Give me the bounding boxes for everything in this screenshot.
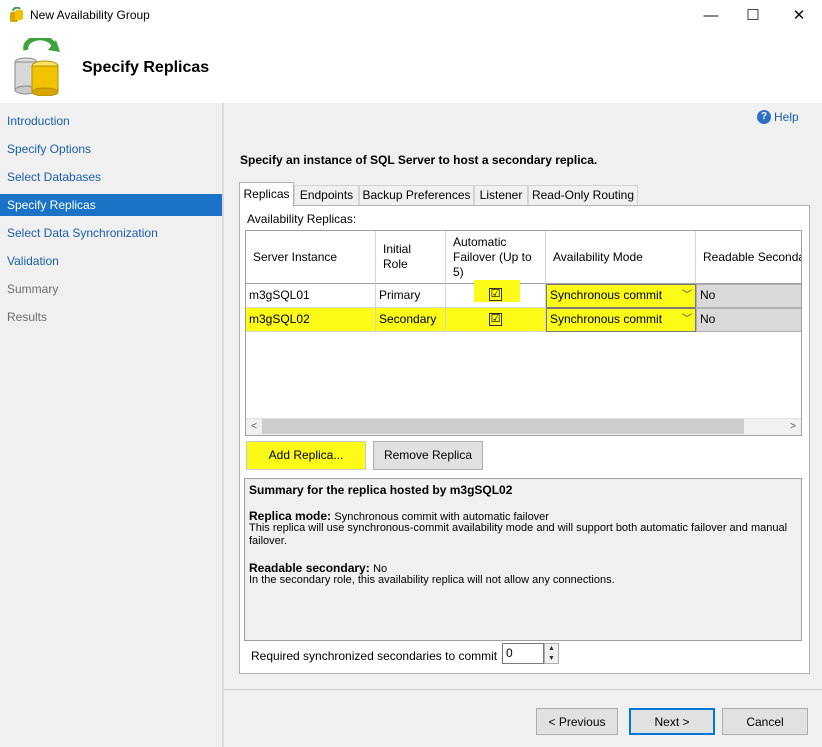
row1-readable-secondary[interactable]: No	[696, 284, 801, 308]
summary-title: Summary for the replica hosted by m3gSQL…	[249, 483, 513, 497]
row2-readable-secondary[interactable]: No	[696, 308, 801, 332]
column-header-server-instance[interactable]: Server Instance	[246, 231, 376, 284]
chevron-down-icon: ﹀	[682, 290, 692, 301]
row2-availability-mode-select[interactable]: Synchronous commit ﹀	[546, 308, 696, 332]
replicas-grid: Server Instance Initial Role Automatic F…	[245, 230, 802, 436]
nav-item-select-databases[interactable]: Select Databases	[0, 166, 222, 188]
help-link[interactable]: Help	[774, 110, 799, 124]
previous-button[interactable]: < Previous	[536, 708, 618, 735]
wizard-nav: Introduction Specify Options Select Data…	[0, 103, 222, 747]
column-header-availability-mode[interactable]: Availability Mode	[546, 231, 696, 284]
availability-replicas-label: Availability Replicas:	[247, 212, 357, 226]
readable-secondary-description: In the secondary role, this availability…	[249, 574, 615, 586]
nav-item-summary: Summary	[7, 282, 59, 296]
tab-replicas[interactable]: Replicas	[239, 182, 294, 207]
scroll-right-icon[interactable]: >	[785, 418, 801, 435]
nav-item-specify-options[interactable]: Specify Options	[0, 138, 222, 160]
app-icon	[9, 6, 25, 23]
add-replica-button[interactable]: Add Replica...	[246, 441, 366, 470]
spin-down-icon[interactable]: ▼	[545, 654, 558, 664]
footer-divider	[224, 689, 822, 690]
replica-mode-label: Replica mode:	[249, 509, 332, 523]
column-header-initial-role[interactable]: Initial Role	[376, 231, 446, 284]
nav-item-validation[interactable]: Validation	[0, 250, 222, 272]
column-header-readable-secondary[interactable]: Readable Secondar	[696, 231, 801, 284]
next-button[interactable]: Next >	[629, 708, 715, 735]
tab-listener[interactable]: Listener	[474, 185, 528, 205]
remove-replica-button[interactable]: Remove Replica	[373, 441, 483, 470]
row1-server-instance[interactable]: m3gSQL01	[246, 284, 376, 308]
replica-mode-description-1: This replica will use synchronous-commit…	[249, 522, 788, 534]
row2-server-instance[interactable]: m3gSQL02	[246, 308, 376, 332]
availability-group-icon	[12, 35, 66, 97]
nav-item-introduction[interactable]: Introduction	[0, 110, 222, 132]
row1-auto-failover-checkbox[interactable]: ☑	[489, 288, 502, 301]
spin-up-icon[interactable]: ▲	[545, 644, 558, 654]
page-title: Specify Replicas	[82, 59, 210, 76]
tab-read-only-routing[interactable]: Read-Only Routing	[528, 185, 638, 205]
replica-mode-line: Replica mode: Synchronous commit with au…	[249, 509, 549, 523]
required-secondaries-label: Required synchronized secondaries to com…	[251, 649, 498, 663]
replica-mode-description-2: failover.	[249, 535, 287, 547]
row1-availability-mode-select[interactable]: Synchronous commit ﹀	[546, 284, 696, 308]
minimize-button[interactable]: —	[688, 0, 734, 30]
nav-item-results: Results	[7, 310, 48, 324]
required-secondaries-input[interactable]: 0	[502, 643, 544, 664]
row2-initial-role[interactable]: Secondary	[376, 308, 446, 332]
required-secondaries-spinner[interactable]: ▲ ▼	[544, 643, 559, 664]
instruction-text: Specify an instance of SQL Server to hos…	[240, 153, 598, 167]
help-icon[interactable]: ?	[757, 110, 771, 124]
cancel-button[interactable]: Cancel	[722, 708, 808, 735]
maximize-button[interactable]: ☐	[730, 0, 776, 30]
chevron-down-icon: ﹀	[682, 314, 692, 325]
nav-item-select-data-synchronization[interactable]: Select Data Synchronization	[0, 222, 222, 244]
scrollbar-thumb[interactable]	[262, 419, 744, 434]
scroll-left-icon[interactable]: <	[246, 418, 262, 435]
row2-auto-failover-checkbox[interactable]: ☑	[489, 313, 502, 326]
column-header-automatic-failover[interactable]: Automatic Failover (Up to 5)	[446, 231, 546, 284]
close-button[interactable]: ✕	[776, 0, 822, 30]
tab-backup-preferences[interactable]: Backup Preferences	[359, 185, 474, 205]
window-title: New Availability Group	[30, 8, 150, 22]
readable-secondary-label: Readable secondary:	[249, 561, 370, 575]
readable-secondary-line: Readable secondary: No	[249, 561, 387, 575]
row1-initial-role[interactable]: Primary	[376, 284, 446, 308]
nav-item-specify-replicas[interactable]: Specify Replicas	[0, 194, 222, 216]
replica-summary-box	[244, 478, 802, 641]
tab-endpoints[interactable]: Endpoints	[294, 185, 359, 205]
